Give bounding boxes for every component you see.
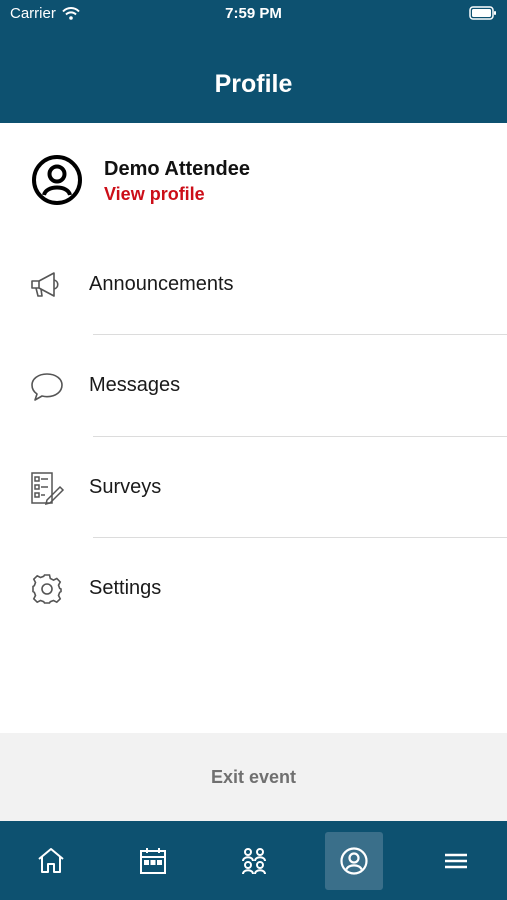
survey-checklist-icon — [31, 472, 65, 505]
menu-label-settings: Settings — [89, 577, 162, 599]
divider — [93, 537, 507, 538]
menu-item-announcements[interactable]: Announcements — [0, 250, 507, 320]
gear-icon — [32, 574, 62, 604]
menu-label-messages: Messages — [89, 374, 181, 396]
megaphone-icon — [31, 272, 59, 297]
chat-bubble-icon — [31, 373, 63, 401]
view-profile-link[interactable]: View profile — [104, 184, 205, 205]
battery-icon — [469, 6, 497, 24]
calendar-icon — [140, 848, 166, 874]
menu-label-announcements: Announcements — [89, 273, 234, 295]
header: Carrier 7:59 PM Profile — [0, 0, 507, 123]
profile-icon — [340, 847, 368, 875]
menu-label-surveys: Surveys — [89, 476, 162, 498]
tab-profile[interactable] — [325, 832, 383, 890]
tab-schedule[interactable] — [124, 832, 182, 890]
menu-item-messages[interactable]: Messages — [0, 351, 507, 421]
home-icon — [38, 848, 64, 873]
divider — [93, 334, 507, 335]
clock: 7:59 PM — [225, 5, 282, 22]
divider — [93, 436, 507, 437]
tab-more[interactable] — [427, 832, 485, 890]
menu-item-surveys[interactable]: Surveys — [0, 453, 507, 523]
tab-bar — [0, 821, 507, 900]
user-name: Demo Attendee — [104, 158, 250, 180]
profile-row[interactable]: Demo Attendee View profile — [0, 150, 507, 210]
avatar-icon — [32, 155, 82, 205]
page-title: Profile — [214, 70, 293, 98]
hamburger-menu-icon — [445, 853, 467, 869]
attendees-icon — [242, 848, 266, 875]
exit-event-button[interactable]: Exit event — [0, 733, 507, 821]
exit-event-label: Exit event — [210, 767, 297, 787]
status-bar: Carrier 7:59 PM — [0, 0, 507, 28]
tab-home[interactable] — [22, 832, 80, 890]
tab-attendees[interactable] — [225, 832, 283, 890]
menu-item-settings[interactable]: Settings — [0, 554, 507, 624]
